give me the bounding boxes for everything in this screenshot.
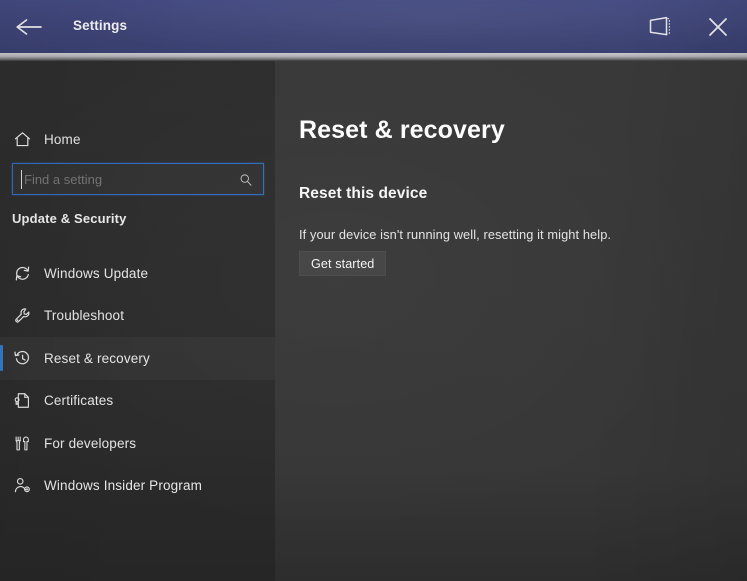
sidebar-item-label: Certificates xyxy=(44,393,114,409)
search-input[interactable] xyxy=(13,164,263,194)
screen-glare-band xyxy=(0,53,747,61)
titlebar-buttons xyxy=(631,0,747,53)
search-box[interactable] xyxy=(12,163,264,195)
home-icon xyxy=(0,130,44,149)
page-title: Reset & recovery xyxy=(299,116,505,144)
sidebar-item-windows-insider-program[interactable]: Windows Insider Program xyxy=(0,465,275,508)
back-button[interactable] xyxy=(6,4,52,50)
app-title: Settings xyxy=(73,18,128,33)
history-clock-icon xyxy=(0,349,44,368)
sidebar-item-label: Windows Update xyxy=(44,265,149,281)
get-started-button[interactable]: Get started xyxy=(299,251,387,276)
sidebar-item-certificates[interactable]: Certificates xyxy=(0,380,275,423)
settings-window: Settings Home Find a setting Update & Se… xyxy=(0,0,747,581)
sidebar-item-reset-and-recovery[interactable]: Reset & recovery xyxy=(0,337,275,380)
sidebar-item-troubleshoot[interactable]: Troubleshoot xyxy=(0,295,275,338)
sidebar-item-label: Reset & recovery xyxy=(44,350,150,366)
sidebar-item-windows-update[interactable]: Windows Update xyxy=(0,252,275,295)
content-pane: Reset & recovery Reset this device If yo… xyxy=(275,61,747,581)
title-bar: Settings xyxy=(0,0,747,53)
sidebar-item-label-home: Home xyxy=(44,131,81,147)
tablet-window-icon xyxy=(647,15,673,39)
sidebar-item-label: Windows Insider Program xyxy=(44,478,203,494)
close-icon xyxy=(705,14,731,40)
search-icon[interactable] xyxy=(237,171,255,189)
sidebar-item-home[interactable]: Home xyxy=(0,121,275,157)
text-caret xyxy=(21,170,22,189)
person-badge-icon xyxy=(0,476,44,495)
sidebar-item-label: Troubleshoot xyxy=(44,308,125,324)
back-arrow-icon xyxy=(13,15,45,39)
sidebar: Home Update & Security xyxy=(0,61,275,581)
close-button[interactable] xyxy=(689,0,747,53)
sidebar-item-for-developers[interactable]: For developers xyxy=(0,422,275,465)
refresh-icon xyxy=(0,264,44,283)
tools-icon xyxy=(0,434,44,453)
group-title: Reset this device xyxy=(299,185,428,202)
restore-window-button[interactable] xyxy=(631,0,689,53)
sidebar-nav-list: Windows Update Troubleshoot Reset & reco… xyxy=(0,252,275,507)
certificate-document-icon xyxy=(0,391,44,410)
sidebar-item-label: For developers xyxy=(44,435,137,451)
group-description: If your device isn't running well, reset… xyxy=(299,227,612,242)
wrench-icon xyxy=(0,306,44,325)
sidebar-section-header: Update & Security xyxy=(12,211,127,226)
window-body: Home Update & Security xyxy=(0,61,747,581)
